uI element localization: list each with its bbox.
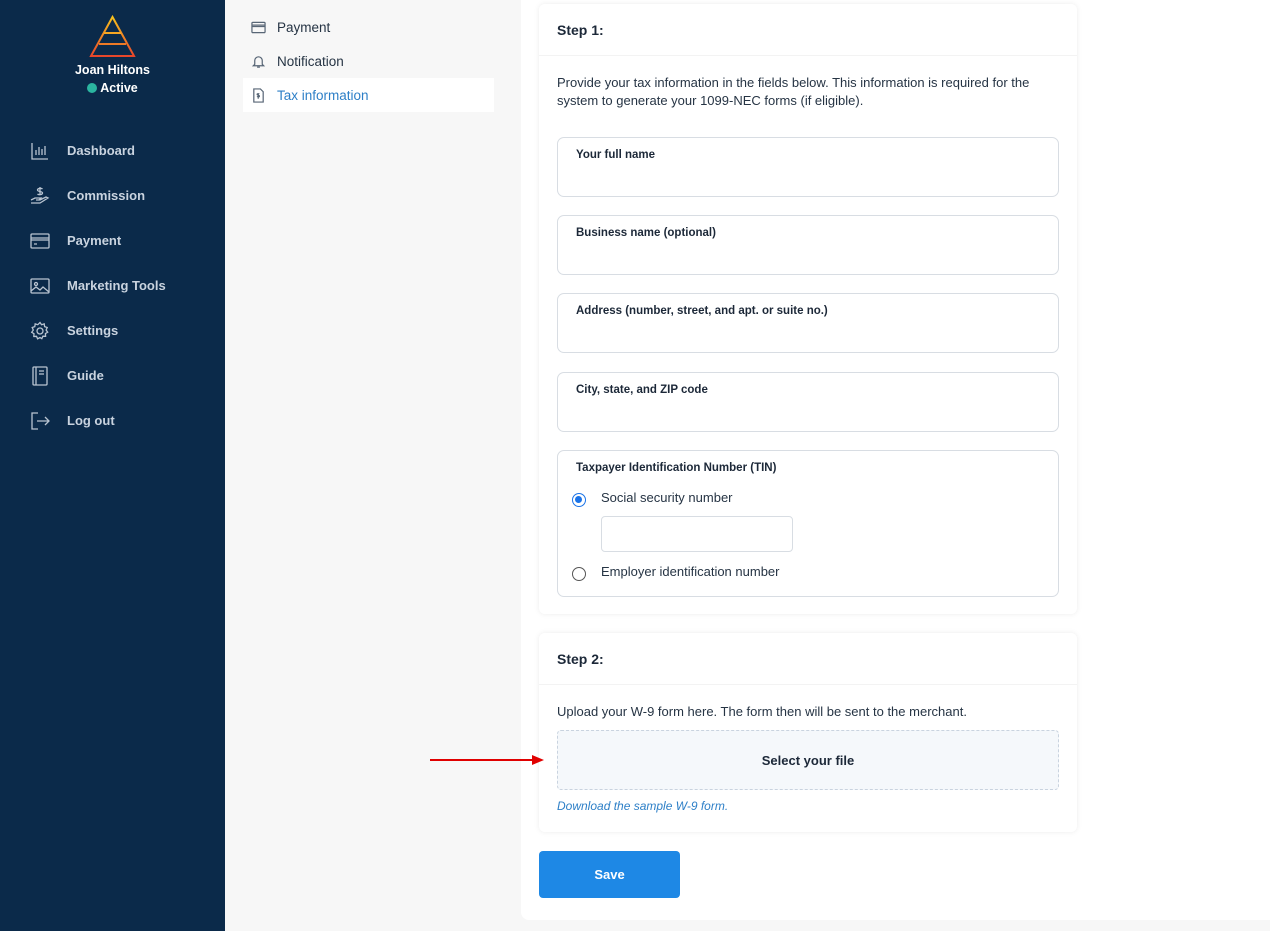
nav-label: Settings bbox=[67, 323, 119, 338]
settings-submenu: Payment Notification Tax information bbox=[243, 10, 494, 112]
file-dropzone[interactable]: Select your file bbox=[557, 730, 1059, 790]
nav-label: Guide bbox=[67, 368, 104, 383]
save-button[interactable]: Save bbox=[539, 851, 680, 898]
annotation-arrow-icon bbox=[430, 755, 544, 765]
gear-icon bbox=[30, 321, 50, 341]
submenu-label: Tax information bbox=[277, 87, 369, 103]
tax-document-icon bbox=[250, 87, 266, 103]
nav-item-log-out[interactable]: Log out bbox=[0, 398, 225, 443]
download-sample-link[interactable]: Download the sample W-9 form. bbox=[557, 799, 728, 813]
address-field[interactable]: Address (number, street, and apt. or sui… bbox=[557, 293, 1059, 353]
user-status: Active bbox=[0, 81, 225, 95]
book-icon bbox=[30, 365, 50, 386]
business-name-input[interactable] bbox=[576, 246, 1036, 268]
nav-item-dashboard[interactable]: Dashboard bbox=[0, 128, 225, 173]
address-input[interactable] bbox=[576, 324, 1036, 346]
step-1-intro: Provide your tax information in the fiel… bbox=[557, 75, 1030, 108]
submenu-item-payment[interactable]: Payment bbox=[243, 10, 494, 44]
select-file-label: Select your file bbox=[761, 752, 855, 768]
user-name: Joan Hiltons bbox=[74, 63, 150, 77]
step-1-card: Step 1: Provide your tax information in … bbox=[539, 4, 1077, 614]
submenu-label: Notification bbox=[277, 53, 344, 69]
ssn-radio-label[interactable]: Social security number bbox=[601, 490, 733, 505]
bar-chart-icon bbox=[30, 141, 50, 161]
nav-item-marketing-tools[interactable]: Marketing Tools bbox=[0, 263, 225, 308]
credit-card-icon bbox=[30, 231, 50, 251]
full-name-label: Your full name bbox=[576, 149, 656, 161]
sidebar: Joan Hiltons Active Dashboard Commission… bbox=[0, 0, 225, 931]
submenu-label: Payment bbox=[277, 19, 331, 35]
business-name-label: Business name (optional) bbox=[576, 227, 716, 239]
tin-label: Taxpayer Identification Number (TIN) bbox=[576, 462, 777, 474]
city-state-zip-label: City, state, and ZIP code bbox=[576, 384, 708, 396]
city-state-zip-field[interactable]: City, state, and ZIP code bbox=[557, 372, 1059, 432]
address-label: Address (number, street, and apt. or sui… bbox=[576, 305, 828, 317]
nav-item-settings[interactable]: Settings bbox=[0, 308, 225, 353]
step-2-title: Step 2: bbox=[539, 633, 1077, 685]
hand-dollar-icon bbox=[30, 186, 50, 206]
main-nav: Dashboard Commission Payment Marketing T… bbox=[0, 128, 225, 443]
status-label: Active bbox=[100, 81, 138, 95]
ein-radio-label[interactable]: Employer identification number bbox=[601, 564, 779, 579]
nav-label: Payment bbox=[67, 233, 122, 248]
business-name-field[interactable]: Business name (optional) bbox=[557, 215, 1059, 275]
submenu-item-notification[interactable]: Notification bbox=[243, 44, 494, 78]
nav-label: Commission bbox=[67, 188, 146, 203]
nav-item-commission[interactable]: Commission bbox=[0, 173, 225, 218]
bell-icon bbox=[250, 53, 266, 69]
step-2-card: Step 2: Upload your W-9 form here. The f… bbox=[539, 633, 1077, 832]
nav-label: Dashboard bbox=[67, 143, 135, 158]
submenu-item-tax-information[interactable]: Tax information bbox=[243, 78, 494, 112]
credit-card-icon bbox=[250, 19, 266, 35]
ssn-radio[interactable] bbox=[572, 493, 586, 507]
status-dot-icon bbox=[87, 83, 98, 93]
nav-label: Log out bbox=[67, 413, 115, 428]
full-name-field[interactable]: Your full name bbox=[557, 137, 1059, 197]
logout-icon bbox=[30, 411, 50, 431]
pyramid-logo-icon bbox=[89, 15, 136, 57]
ssn-input[interactable] bbox=[601, 516, 793, 552]
image-icon bbox=[30, 276, 50, 296]
nav-item-guide[interactable]: Guide bbox=[0, 353, 225, 398]
full-name-input[interactable] bbox=[576, 168, 1036, 190]
ein-radio[interactable] bbox=[572, 567, 586, 581]
upload-instructions: Upload your W-9 form here. The form then… bbox=[557, 704, 967, 719]
nav-label: Marketing Tools bbox=[67, 278, 166, 293]
city-state-zip-input[interactable] bbox=[576, 403, 1036, 425]
nav-item-payment[interactable]: Payment bbox=[0, 218, 225, 263]
tin-group: Taxpayer Identification Number (TIN) Soc… bbox=[557, 450, 1059, 597]
step-1-title: Step 1: bbox=[539, 4, 1077, 56]
